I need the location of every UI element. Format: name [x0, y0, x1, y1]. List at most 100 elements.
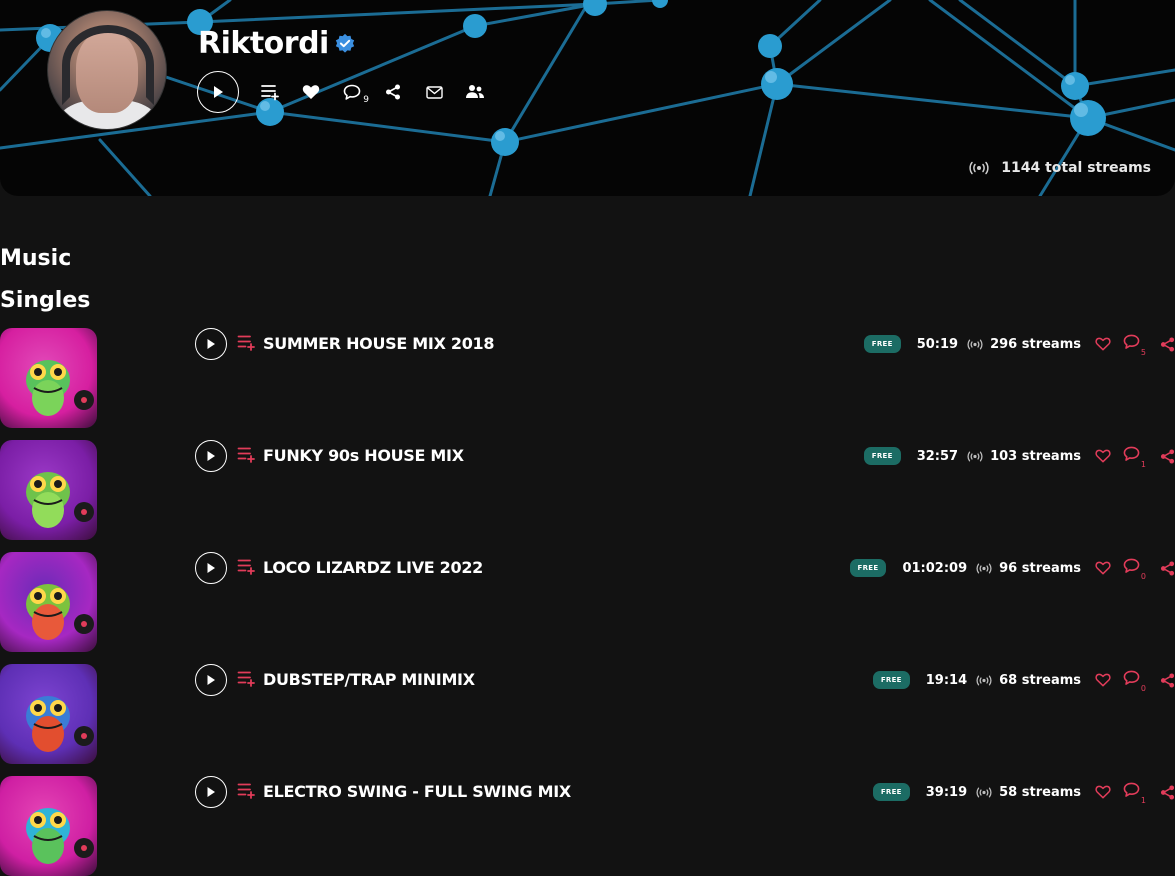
track-meta: FREE 39:19 58 streams 1 [872, 780, 1175, 805]
track-title[interactable]: SUMMER HOUSE MIX 2018 [263, 334, 495, 353]
track-row[interactable]: DUBSTEP/TRAP MINIMIX FREE 19:14 68 strea… [0, 664, 1175, 764]
artist-avatar[interactable] [47, 10, 167, 130]
track-title[interactable]: ELECTRO SWING - FULL SWING MIX [263, 782, 571, 801]
track-play-button[interactable] [195, 776, 227, 808]
add-to-queue-icon[interactable] [237, 782, 256, 800]
free-badge: FREE [863, 335, 901, 353]
track-row[interactable]: FUNKY 90s HOUSE MIX FREE 32:57 103 strea… [0, 440, 1175, 540]
comment-icon [343, 84, 361, 100]
play-icon [207, 451, 215, 461]
lizard-artwork-icon [26, 808, 94, 864]
follow-button[interactable] [464, 81, 486, 103]
track-play-button[interactable] [195, 664, 227, 696]
track-row[interactable]: SUMMER HOUSE MIX 2018 FREE 50:19 296 str… [0, 328, 1175, 428]
track-comments-button[interactable]: 1 [1123, 782, 1146, 805]
track-row[interactable]: LOCO LIZARDZ LIVE 2022 FREE 01:02:09 96 … [0, 552, 1175, 652]
playlist-add-icon [261, 85, 279, 101]
message-button[interactable] [423, 81, 445, 103]
track-comments-button[interactable]: 0 [1123, 670, 1146, 693]
share-icon[interactable] [1160, 560, 1175, 576]
track-row[interactable]: ELECTRO SWING - FULL SWING MIX FREE 39:1… [0, 776, 1175, 876]
broadcast-icon [976, 787, 992, 797]
broadcast-icon [976, 675, 992, 685]
comment-icon [1123, 782, 1140, 797]
broadcast-icon [967, 451, 983, 461]
artist-actions: 9 [197, 71, 505, 113]
track-cover-art[interactable] [0, 552, 97, 652]
track-comments-button[interactable]: 5 [1123, 334, 1146, 357]
play-icon [207, 675, 215, 685]
share-button[interactable] [382, 81, 404, 103]
track-comments-button[interactable]: 1 [1123, 446, 1146, 469]
share-icon [386, 84, 400, 100]
verified-badge-icon [335, 33, 355, 53]
track-cover-art[interactable] [0, 440, 97, 540]
track-meta: FREE 50:19 296 streams 5 [863, 332, 1175, 357]
add-to-queue-button[interactable] [259, 81, 281, 103]
share-icon[interactable] [1160, 336, 1175, 352]
total-streams-label: 1144 total streams [1001, 160, 1151, 176]
lizard-artwork-icon [26, 696, 94, 752]
free-badge: FREE [849, 559, 887, 577]
add-to-queue-icon[interactable] [237, 446, 256, 464]
share-icon[interactable] [1160, 448, 1175, 464]
comments-count: 9 [363, 95, 369, 105]
heart-icon[interactable] [1095, 785, 1111, 799]
track-cover-art[interactable] [0, 664, 97, 764]
track-play-button[interactable] [195, 440, 227, 472]
track-comments-button[interactable]: 0 [1123, 558, 1146, 581]
track-play-button[interactable] [195, 328, 227, 360]
free-badge: FREE [872, 783, 910, 801]
track-duration: 01:02:09 [902, 560, 968, 576]
play-icon [207, 563, 215, 573]
add-to-queue-icon[interactable] [237, 558, 256, 576]
share-icon[interactable] [1160, 672, 1175, 688]
mail-icon [425, 85, 443, 99]
heart-icon[interactable] [1095, 561, 1111, 575]
track-comments-count: 1 [1140, 460, 1146, 469]
heart-icon[interactable] [1095, 337, 1111, 351]
track-streams: 58 streams [999, 784, 1081, 800]
track-comments-count: 1 [1140, 796, 1146, 805]
share-icon[interactable] [1160, 784, 1175, 800]
heart-icon[interactable] [1095, 673, 1111, 687]
singles-section-title: Singles [0, 288, 91, 313]
broadcast-icon [967, 339, 983, 349]
add-to-queue-icon[interactable] [237, 670, 256, 688]
broadcast-icon [976, 563, 992, 573]
track-meta: FREE 32:57 103 streams 1 [863, 444, 1175, 469]
comment-icon [1123, 334, 1140, 349]
free-badge: FREE [872, 671, 910, 689]
track-streams: 68 streams [999, 672, 1081, 688]
play-all-button[interactable] [197, 71, 239, 113]
add-to-queue-icon[interactable] [237, 334, 256, 352]
lizard-artwork-icon [26, 584, 94, 640]
users-icon [466, 85, 484, 98]
track-duration: 39:19 [925, 784, 968, 800]
track-streams: 96 streams [999, 560, 1081, 576]
artist-header: Riktordi 9 1144 total streams [0, 0, 1175, 196]
track-title[interactable]: DUBSTEP/TRAP MINIMIX [263, 670, 475, 689]
lizard-artwork-icon [26, 472, 94, 528]
track-play-button[interactable] [195, 552, 227, 584]
track-meta: FREE 19:14 68 streams 0 [872, 668, 1175, 693]
play-icon [214, 86, 223, 98]
track-duration: 19:14 [925, 672, 968, 688]
track-meta: FREE 01:02:09 96 streams 0 [849, 556, 1175, 581]
lizard-artwork-icon [26, 360, 94, 416]
track-duration: 32:57 [916, 448, 959, 464]
track-cover-art[interactable] [0, 328, 97, 428]
comments-button[interactable]: 9 [341, 81, 369, 105]
heart-icon [302, 85, 320, 99]
track-title[interactable]: LOCO LIZARDZ LIVE 2022 [263, 558, 483, 577]
track-comments-count: 0 [1140, 572, 1146, 581]
heart-icon[interactable] [1095, 449, 1111, 463]
track-duration: 50:19 [916, 336, 959, 352]
avatar-headset [62, 25, 154, 105]
favorite-button[interactable] [300, 81, 322, 103]
track-comments-count: 5 [1140, 348, 1146, 357]
track-cover-art[interactable] [0, 776, 97, 876]
track-title[interactable]: FUNKY 90s HOUSE MIX [263, 446, 464, 465]
play-icon [207, 787, 215, 797]
play-icon [207, 339, 215, 349]
